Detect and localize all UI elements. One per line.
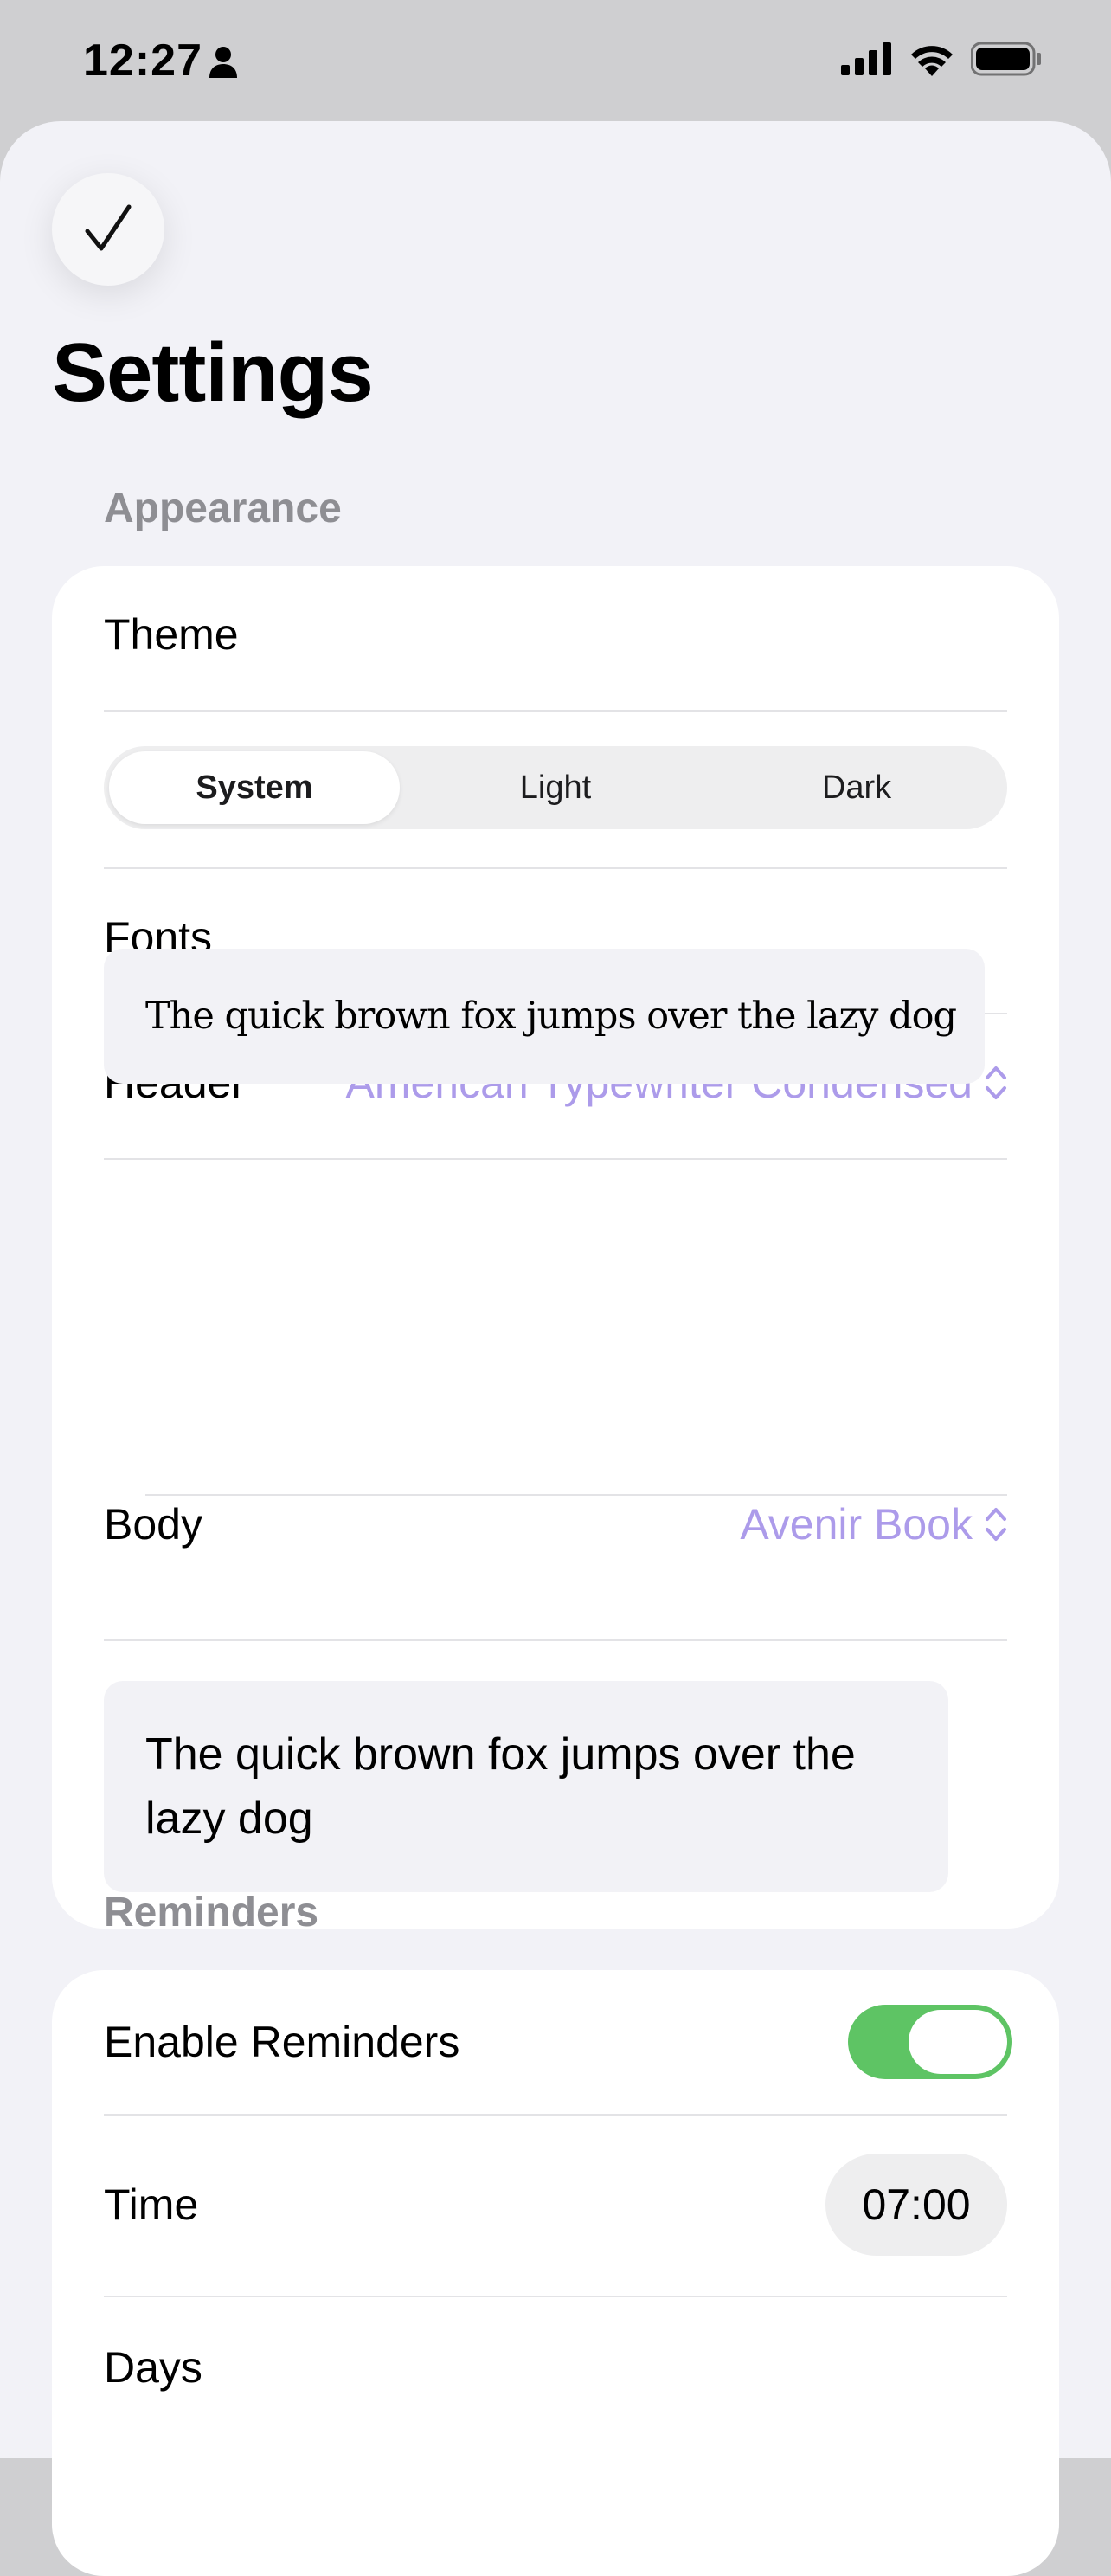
body-font-value: Avenir Book: [740, 1500, 973, 1549]
enable-reminders-label: Enable Reminders: [104, 2018, 460, 2066]
theme-option-dark[interactable]: Dark: [711, 751, 1002, 824]
theme-option-light[interactable]: Light: [410, 751, 701, 824]
divider: [104, 1158, 1007, 1160]
body-font-picker[interactable]: Avenir Book: [740, 1499, 1007, 1549]
divider: [104, 867, 1007, 869]
chevron-up-down-icon: [986, 1508, 1006, 1541]
toggle-knob: [909, 2010, 1007, 2074]
status-time: 12:27: [83, 35, 202, 86]
done-button[interactable]: [52, 173, 164, 286]
divider: [145, 1494, 1007, 1496]
settings-sheet: Settings Appearance Theme System Light D…: [0, 121, 1111, 2576]
theme-segmented-control: System Light Dark: [104, 746, 1007, 829]
time-picker[interactable]: 07:00: [825, 2154, 1007, 2256]
divider: [104, 2296, 1007, 2297]
checkmark-icon: [85, 204, 132, 251]
body-font-sample: The quick brown fox jumps over the lazy …: [104, 1681, 948, 1892]
theme-label: Theme: [104, 610, 239, 659]
divider: [104, 2114, 1007, 2116]
days-label: Days: [104, 2343, 202, 2392]
status-bar: 12:27: [0, 0, 1111, 121]
time-label: Time: [104, 2180, 199, 2229]
body-font-label: Body: [104, 1500, 202, 1549]
status-indicators: [841, 42, 1042, 76]
chevron-up-down-icon: [986, 1066, 1006, 1099]
person-icon: [209, 47, 237, 78]
section-header-appearance: Appearance: [104, 486, 342, 531]
divider: [104, 1639, 1007, 1641]
appearance-card: Theme System Light Dark Fonts Header Ame…: [52, 566, 1059, 1929]
theme-option-system[interactable]: System: [109, 751, 400, 824]
page-title: Settings: [52, 326, 374, 419]
header-font-sample: The quick brown fox jumps over the lazy …: [104, 949, 985, 1084]
wifi-icon: [911, 46, 953, 76]
enable-reminders-toggle[interactable]: [848, 2005, 1012, 2079]
battery-icon: [971, 42, 1041, 76]
reminders-card: Enable Reminders Time 07:00 Days: [52, 1970, 1059, 2576]
cellular-signal-icon: [841, 42, 891, 75]
divider: [104, 710, 1007, 712]
section-header-reminders: Reminders: [104, 1890, 319, 1935]
